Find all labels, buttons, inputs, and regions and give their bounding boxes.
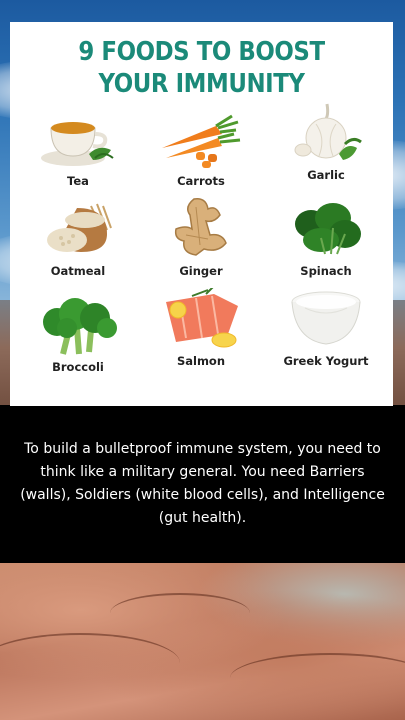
food-item-spinach: Spinach <box>266 198 386 278</box>
food-label-ginger: Ginger <box>179 264 223 278</box>
food-label-carrots: Carrots <box>177 174 225 188</box>
immunity-infographic-card: 9 FOODS TO BOOST YOUR IMMUNITY Tea Carro… <box>10 22 393 406</box>
broccoli-icon <box>33 294 123 356</box>
oatmeal-icon <box>33 198 123 260</box>
food-item-oatmeal: Oatmeal <box>18 198 138 278</box>
infographic-title: 9 FOODS TO BOOST YOUR IMMUNITY <box>33 36 370 100</box>
garlic-icon <box>281 102 371 164</box>
food-label-tea: Tea <box>67 174 89 188</box>
caption-text: To build a bulletproof immune system, yo… <box>20 441 385 526</box>
food-label-garlic: Garlic <box>307 168 345 182</box>
food-label-oatmeal: Oatmeal <box>50 264 106 278</box>
food-item-broccoli: Broccoli <box>18 294 138 374</box>
rock-background <box>0 563 405 720</box>
title-line-1: 9 FOODS TO BOOST <box>78 37 325 67</box>
food-item-garlic: Garlic <box>266 102 386 182</box>
tea-cup-icon <box>33 108 123 170</box>
carrots-icon <box>156 108 246 170</box>
food-item-tea: Tea <box>18 108 138 188</box>
ginger-icon <box>156 192 246 260</box>
food-item-ginger: Ginger <box>141 192 261 278</box>
food-item-salmon: Salmon <box>141 288 261 368</box>
food-item-carrots: Carrots <box>141 108 261 188</box>
food-label-spinach: Spinach <box>300 264 352 278</box>
title-line-2: YOUR IMMUNITY <box>98 69 305 99</box>
spinach-icon <box>281 198 371 260</box>
yogurt-bowl-icon <box>281 288 371 350</box>
salmon-icon <box>156 288 246 350</box>
food-label-salmon: Salmon <box>176 354 226 368</box>
food-label-greek-yogurt: Greek Yogurt <box>283 354 369 368</box>
food-item-greek-yogurt: Greek Yogurt <box>266 288 386 368</box>
food-label-broccoli: Broccoli <box>52 360 104 374</box>
